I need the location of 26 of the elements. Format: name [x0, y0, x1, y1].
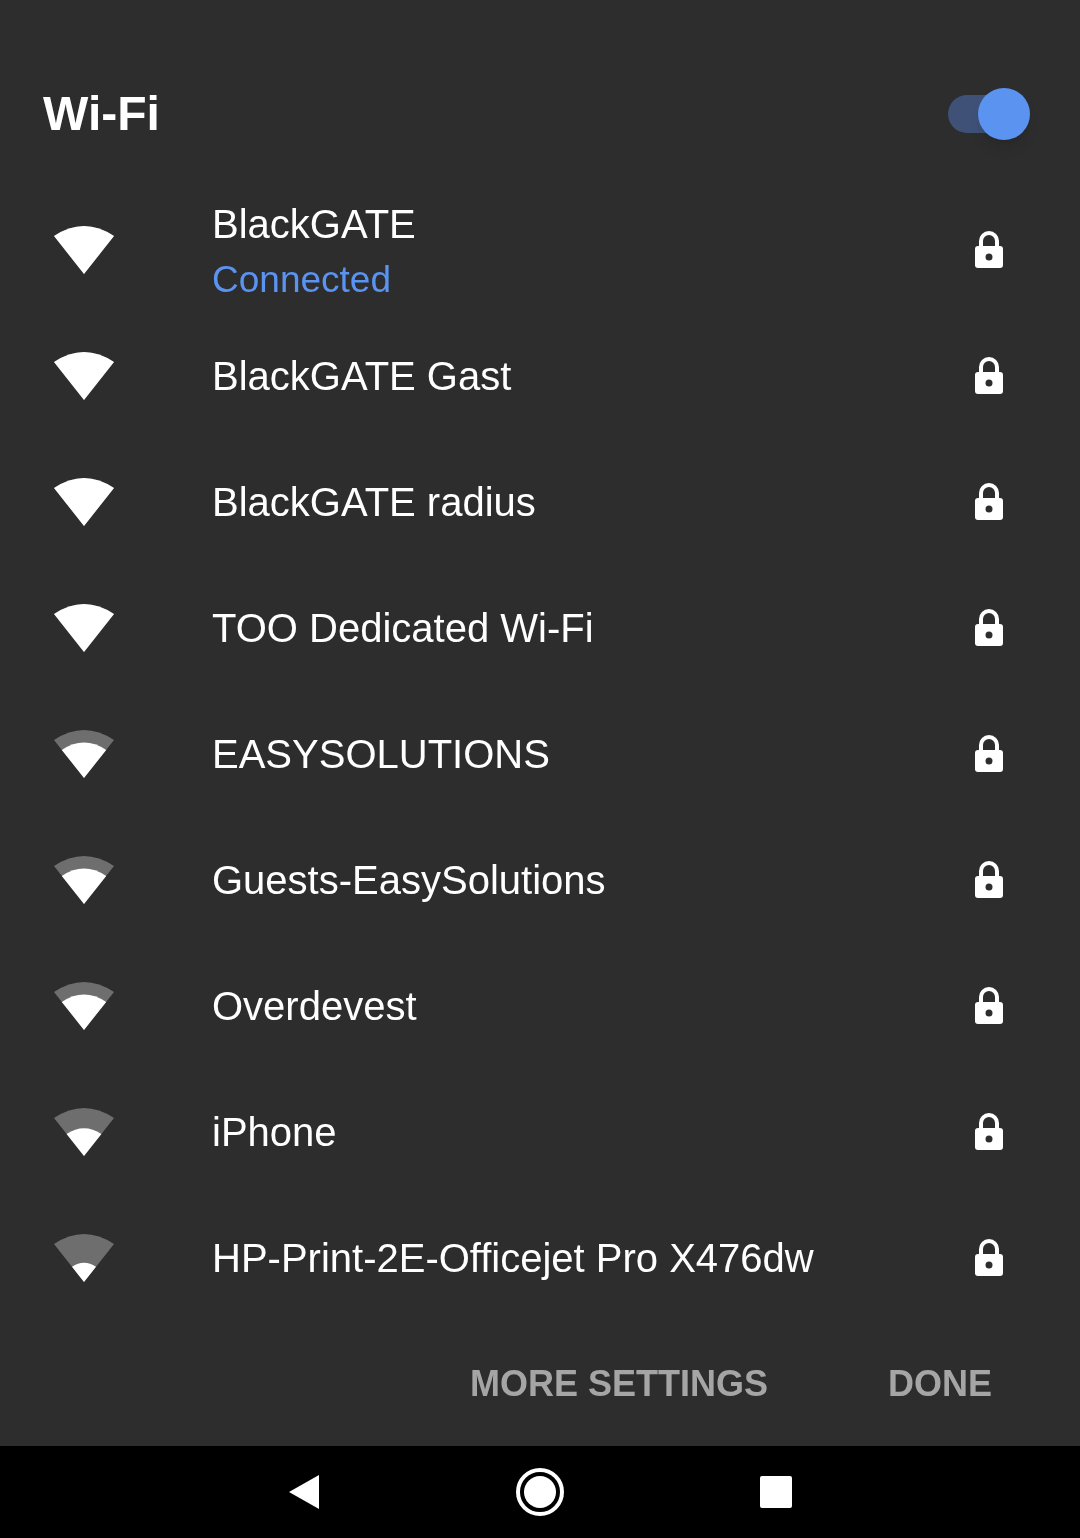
- network-row[interactable]: BlackGATE Connected: [0, 187, 1080, 314]
- recents-icon[interactable]: [759, 1475, 793, 1510]
- home-icon[interactable]: [515, 1467, 565, 1518]
- network-name: TOO Dedicated Wi-Fi: [212, 605, 595, 653]
- network-row[interactable]: Overdevest: [0, 943, 1080, 1070]
- connection-status: Connected: [212, 258, 392, 303]
- network-name: HP-Print-2E-Officejet Pro X476dw: [212, 1235, 815, 1283]
- network-name: EASYSOLUTIONS: [212, 731, 551, 779]
- network-name: BlackGATE: [212, 201, 417, 249]
- network-row[interactable]: BlackGATE radius: [0, 439, 1080, 566]
- network-row[interactable]: BlackGATE Gast: [0, 313, 1080, 440]
- network-row[interactable]: TOO Dedicated Wi-Fi: [0, 565, 1080, 692]
- done-button[interactable]: DONE: [888, 1356, 992, 1411]
- network-row[interactable]: HP-Print-2E-Officejet Pro X476dw: [0, 1195, 1080, 1322]
- back-icon[interactable]: [287, 1473, 321, 1512]
- network-name: iPhone: [212, 1109, 338, 1157]
- network-name: BlackGATE radius: [212, 479, 537, 527]
- network-row[interactable]: EASYSOLUTIONS: [0, 691, 1080, 818]
- network-name: BlackGATE Gast: [212, 353, 513, 401]
- network-name: Guests-EasySolutions: [212, 857, 607, 905]
- dialog-title: Wi-Fi: [43, 85, 160, 142]
- network-row[interactable]: Guests-EasySolutions: [0, 817, 1080, 944]
- wifi-toggle[interactable]: [946, 86, 1030, 141]
- network-name: Overdevest: [212, 983, 418, 1031]
- more-settings-button[interactable]: MORE SETTINGS: [469, 1356, 768, 1411]
- network-row[interactable]: iPhone: [0, 1069, 1080, 1196]
